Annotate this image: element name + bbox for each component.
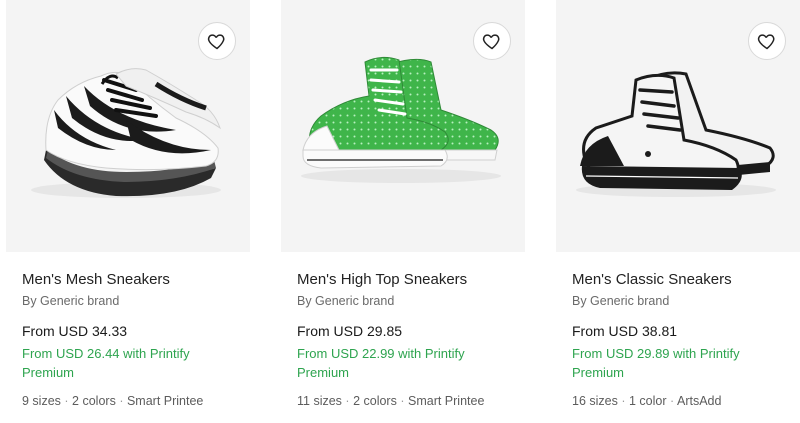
sizes-count: 9 sizes	[22, 394, 61, 408]
product-meta: 11 sizes · 2 colors · Smart Printee	[297, 393, 509, 409]
meta-separator: ·	[621, 394, 626, 408]
product-card[interactable]: Men's Classic Sneakers By Generic brand …	[556, 0, 800, 423]
product-brand: By Generic brand	[297, 294, 395, 308]
product-meta: 16 sizes · 1 color · ArtsAdd	[572, 393, 784, 409]
meta-separator: ·	[400, 394, 405, 408]
product-meta: 9 sizes · 2 colors · Smart Printee	[22, 393, 234, 409]
product-card[interactable]: Men's High Top Sneakers By Generic brand…	[281, 0, 525, 423]
colors-count: 1 color	[629, 394, 667, 408]
product-image[interactable]	[281, 0, 525, 252]
product-title[interactable]: Men's Mesh Sneakers	[22, 270, 234, 289]
product-brand: By Generic brand	[22, 294, 120, 308]
product-title[interactable]: Men's Classic Sneakers	[572, 270, 784, 289]
seller-name: Smart Printee	[126, 394, 204, 408]
heart-outline-icon	[482, 34, 500, 50]
product-grid: Men's Mesh Sneakers By Generic brand Fro…	[0, 0, 800, 423]
meta-separator: ·	[64, 394, 69, 408]
favorite-button[interactable]	[748, 22, 786, 60]
seller-name: Smart Printee	[408, 394, 485, 408]
seller-name: ArtsAdd	[676, 394, 722, 408]
product-price: From USD 29.85	[297, 323, 403, 339]
product-price: From USD 38.81	[572, 323, 678, 339]
favorite-button[interactable]	[473, 22, 511, 60]
meta-separator: ·	[119, 394, 124, 408]
product-image[interactable]	[6, 0, 250, 252]
premium-price: From USD 26.44 with Printify Premium	[22, 346, 190, 380]
product-brand: By Generic brand	[572, 294, 670, 308]
heart-outline-icon	[207, 34, 225, 50]
product-price: From USD 34.33	[22, 323, 128, 339]
colors-count: 2 colors	[353, 394, 397, 408]
product-card[interactable]: Men's Mesh Sneakers By Generic brand Fro…	[6, 0, 250, 423]
colors-count: 2 colors	[72, 394, 116, 408]
product-image[interactable]	[556, 0, 800, 252]
meta-separator: ·	[670, 394, 675, 408]
premium-price: From USD 29.89 with Printify Premium	[572, 346, 740, 380]
product-title[interactable]: Men's High Top Sneakers	[297, 270, 509, 289]
meta-separator: ·	[345, 394, 350, 408]
favorite-button[interactable]	[198, 22, 236, 60]
sizes-count: 16 sizes	[572, 394, 618, 408]
sizes-count: 11 sizes	[297, 394, 342, 408]
premium-price: From USD 22.99 with Printify Premium	[297, 346, 465, 380]
heart-outline-icon	[757, 34, 775, 50]
